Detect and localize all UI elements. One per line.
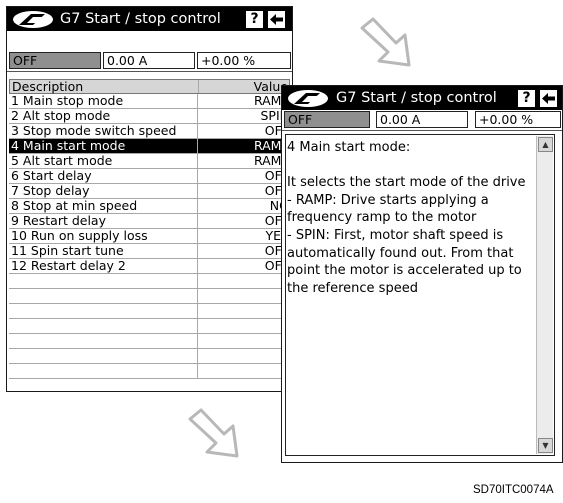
figure-caption: SD70ITC0074A [473,484,554,496]
list-header: Description Value [9,79,290,94]
parameter-value: RAMP [253,94,289,108]
help-screen-title: G7 Start / stop control [336,90,497,106]
parameter-description: 2 Alt stop mode [11,109,111,123]
help-status-bar: OFF 0.00 A +0.00 % [282,110,562,131]
help-button[interactable]: ? [518,90,535,107]
drive-state: OFF [284,111,370,128]
parameter-description: 12 Restart delay 2 [11,259,126,273]
list-screen: G7 Start / stop control ? OFF 0.00 A +0.… [6,6,293,392]
current-readout: 0.00 A [103,52,195,69]
parameter-description: 3 Stop mode switch speed [11,124,177,138]
list-item[interactable]: 7 Stop delay OFF [9,184,290,199]
empty-row [9,349,290,364]
list-item[interactable]: 6 Start delay OFF [9,169,290,184]
list-item[interactable]: 2 Alt stop mode SPIN [9,109,290,124]
drive-logo-icon [13,11,53,28]
back-button[interactable] [540,90,557,107]
parameter-value: YES [265,229,289,243]
list-item[interactable]: 9 Restart delay OFF [9,214,290,229]
help-title-bar: G7 Start / stop control ? [282,86,562,110]
help-text-box: 4 Main start mode: It selects the start … [285,134,555,456]
transition-arrow-icon [360,17,411,67]
parameter-description: 9 Restart delay [11,214,106,228]
parameter-list: Description Value 1 Main stop mode RAMP 2 … [9,79,290,389]
help-button[interactable]: ? [246,11,263,28]
parameter-value: OFF [264,244,289,258]
parameter-description: 11 Spin start tune [11,244,124,258]
parameter-description: 6 Start delay [11,169,92,183]
back-button[interactable] [268,11,285,28]
list-item[interactable]: 5 Alt start mode RAMP [9,154,290,169]
scroll-up-icon[interactable]: ▲ [538,137,553,152]
drive-state: OFF [9,52,101,69]
list-item[interactable]: 1 Main stop mode RAMP [9,94,290,109]
status-bar: OFF 0.00 A +0.00 % [7,51,292,72]
empty-row [9,364,290,379]
percent-readout: +0.00 % [197,52,291,69]
title-bar: G7 Start / stop control ? [7,7,292,31]
parameter-value: RAMP [253,154,289,168]
drive-logo-icon [288,90,328,107]
list-item[interactable]: 12 Restart delay 2 OFF [9,259,290,274]
parameter-value: OFF [264,169,289,183]
parameter-description: 8 Stop at min speed [11,199,138,213]
parameter-description: 10 Run on supply loss [11,229,148,243]
empty-row [9,289,290,304]
parameter-description: 5 Alt start mode [11,154,113,168]
parameter-value: NO [269,199,289,213]
empty-row [9,274,290,289]
help-scrollbar[interactable]: ▲ ▼ [536,136,553,454]
empty-row [9,304,290,319]
list-item[interactable]: 4 Main start mode RAMP [9,139,290,154]
parameter-value: OFF [264,214,289,228]
arrow-left-icon [270,14,283,25]
screen-title: G7 Start / stop control [60,11,221,27]
empty-row [9,334,290,349]
parameter-value: OFF [264,124,289,138]
parameter-value: SPIN [260,109,289,123]
parameter-value: OFF [264,259,289,273]
parameter-value: OFF [264,184,289,198]
help-screen: G7 Start / stop control ? OFF 0.00 A +0.… [281,85,563,463]
description-column-header: Description [12,80,84,94]
list-item[interactable]: 8 Stop at min speed NO [9,199,290,214]
parameter-value: RAMP [253,139,289,153]
transition-arrow-icon [188,408,239,458]
percent-readout: +0.00 % [475,111,561,128]
help-text: 4 Main start mode: It selects the start … [287,140,526,296]
empty-row [9,319,290,334]
scroll-down-icon[interactable]: ▼ [538,438,553,453]
parameter-description: 4 Main start mode [11,139,126,153]
arrow-left-icon [542,93,555,104]
parameter-description: 7 Stop delay [11,184,90,198]
list-item[interactable]: 3 Stop mode switch speed OFF [9,124,290,139]
list-item[interactable]: 10 Run on supply loss YES [9,229,290,244]
list-item[interactable]: 11 Spin start tune OFF [9,244,290,259]
value-column-header: Value [253,80,288,94]
current-readout: 0.00 A [376,111,468,128]
parameter-description: 1 Main stop mode [11,94,124,108]
